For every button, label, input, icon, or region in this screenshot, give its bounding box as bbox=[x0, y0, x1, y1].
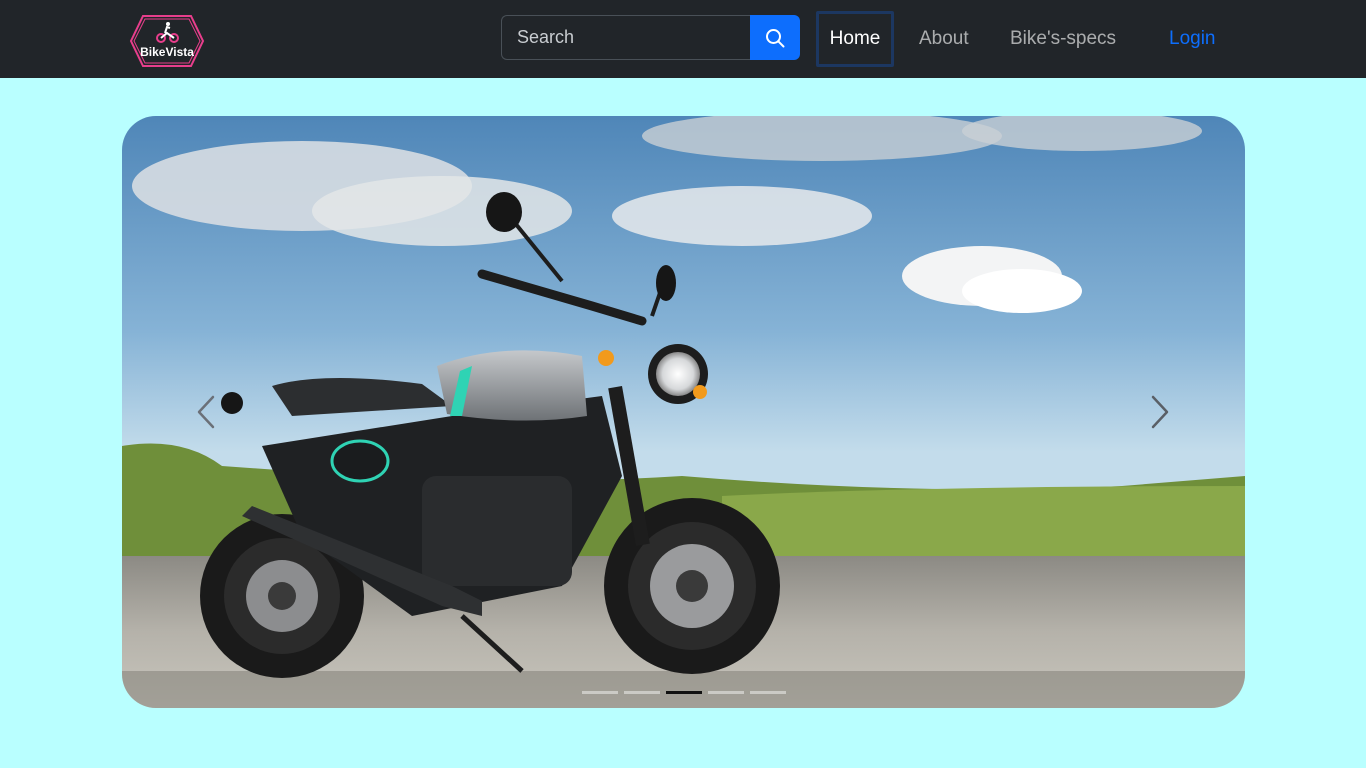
nav-login-link[interactable]: Login bbox=[1169, 11, 1216, 67]
carousel-indicator[interactable] bbox=[581, 691, 618, 694]
carousel-indicators bbox=[122, 691, 1245, 694]
nav-home-link[interactable]: Home bbox=[816, 11, 894, 67]
chevron-right-icon bbox=[1151, 395, 1169, 429]
carousel-indicator[interactable] bbox=[707, 691, 744, 694]
search-button[interactable] bbox=[750, 15, 800, 60]
search-input[interactable] bbox=[501, 15, 750, 60]
brand-name: BikeVista bbox=[140, 45, 194, 59]
search-icon bbox=[766, 28, 785, 47]
chevron-left-icon bbox=[197, 395, 215, 429]
carousel-indicator[interactable] bbox=[749, 691, 786, 694]
brand-logo[interactable]: BikeVista bbox=[129, 14, 205, 68]
carousel-prev-button[interactable] bbox=[181, 386, 231, 438]
hero-carousel bbox=[122, 116, 1245, 708]
search-form bbox=[501, 15, 800, 60]
carousel-indicator[interactable] bbox=[665, 691, 702, 694]
carousel-indicator[interactable] bbox=[623, 691, 660, 694]
carousel-next-button[interactable] bbox=[1135, 386, 1185, 438]
motorcycle-image bbox=[122, 116, 1245, 708]
nav-specs-link[interactable]: Bike's-specs bbox=[1010, 11, 1116, 67]
navbar: BikeVista Home About Bike's-specs Login bbox=[0, 0, 1366, 78]
nav-about-link[interactable]: About bbox=[919, 11, 969, 67]
